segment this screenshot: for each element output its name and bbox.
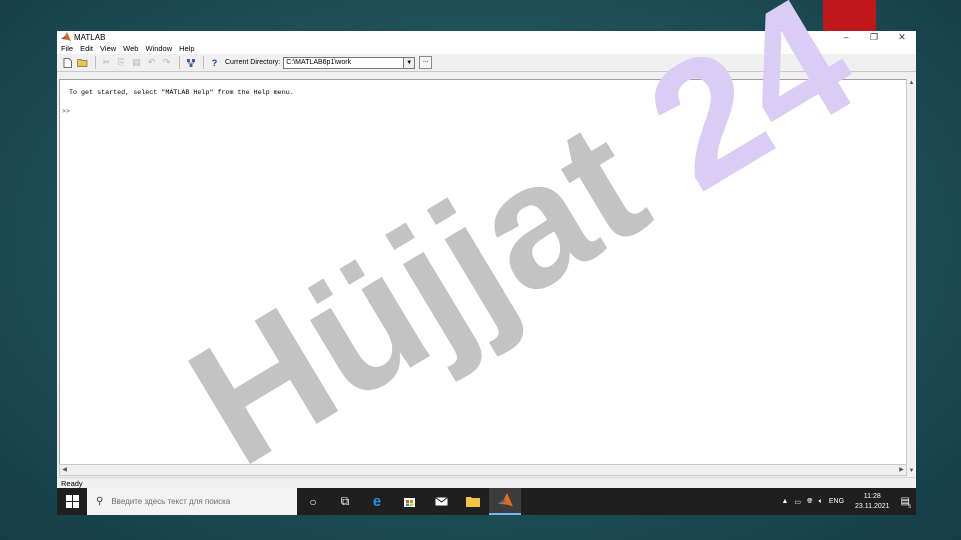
vertical-scrollbar[interactable]: ▲ ▼ [906, 79, 916, 476]
menu-view[interactable]: View [100, 44, 116, 53]
file-explorer-icon[interactable] [457, 488, 489, 515]
new-file-icon[interactable] [61, 56, 74, 69]
language-indicator[interactable]: ENG [829, 498, 844, 505]
horizontal-scrollbar[interactable]: ◀ ▶ [59, 464, 907, 476]
notification-count: 5 [908, 504, 911, 510]
search-placeholder: Введите здесь текст для поиска [111, 497, 231, 506]
volume-icon[interactable]: 🔈︎ [819, 498, 823, 506]
taskbar: ⚲ Введите здесь текст для поиска ○ ⧉ e ▲… [57, 488, 916, 515]
task-view-icon[interactable]: ⧉ [329, 488, 361, 515]
windows-start-icon[interactable] [57, 488, 87, 515]
copy-icon[interactable]: ⎘ [115, 56, 128, 69]
close-icon[interactable]: ✕ [888, 31, 916, 43]
battery-icon[interactable]: ▭ [794, 498, 801, 506]
toolbar-separator [203, 56, 204, 69]
clock[interactable]: 11:28 23.11.2021 [855, 492, 890, 512]
title-bar: MATLAB – ❐ ✕ [57, 31, 916, 43]
toolbar-separator [179, 56, 180, 69]
matlab-taskbar-icon[interactable] [489, 488, 521, 515]
system-tray: ▲ ▭ 🌐︎ 🔈︎ ENG 11:28 23.11.2021 ▤ 5 [778, 492, 916, 512]
menu-help[interactable]: Help [179, 44, 194, 53]
scroll-up-icon[interactable]: ▲ [907, 79, 916, 88]
toolbar-separator [95, 56, 96, 69]
menu-bar: File Edit View Web Window Help [57, 43, 916, 54]
window-title: MATLAB [74, 32, 106, 42]
intro-text: To get started, select "MATLAB Help" fro… [69, 89, 294, 97]
command-window[interactable]: To get started, select "MATLAB Help" fro… [59, 79, 907, 466]
matlab-logo-icon [61, 32, 71, 42]
mail-icon[interactable] [425, 488, 457, 515]
open-folder-icon[interactable] [76, 56, 89, 69]
network-icon[interactable]: 🌐︎ [807, 498, 813, 506]
current-directory-label: Current Directory: [225, 59, 281, 66]
scroll-right-icon[interactable]: ▶ [897, 465, 906, 475]
minimize-icon[interactable]: – [832, 31, 860, 43]
scroll-left-icon[interactable]: ◀ [60, 465, 69, 475]
cortana-icon[interactable]: ○ [297, 488, 329, 515]
scroll-down-icon[interactable]: ▼ [907, 467, 916, 476]
chevron-down-icon[interactable]: ▼ [403, 57, 415, 68]
current-directory-value: C:\MATLAB6p1\work [286, 58, 352, 66]
menu-edit[interactable]: Edit [80, 44, 93, 53]
menu-web[interactable]: Web [123, 44, 138, 53]
chevron-up-icon[interactable]: ▲ [781, 498, 788, 505]
clock-time: 11:28 [863, 492, 881, 500]
menu-file[interactable]: File [61, 44, 73, 53]
notification-icon[interactable]: ▤ 5 [901, 496, 911, 510]
redo-icon[interactable]: ↷ [160, 56, 173, 69]
restore-icon[interactable]: ❐ [860, 31, 888, 43]
toolbar: ✂ ⎘ ▤ ↶ ↷ ? Current Directory: C:\MATLAB… [57, 54, 916, 72]
undo-icon[interactable]: ↶ [145, 56, 158, 69]
help-icon[interactable]: ? [208, 56, 221, 69]
current-directory-field[interactable]: C:\MATLAB6p1\work ▼ [283, 56, 416, 69]
cut-icon[interactable]: ✂ [100, 56, 113, 69]
store-icon[interactable] [393, 488, 425, 515]
matlab-window: MATLAB – ❐ ✕ File Edit View Web Window H… [57, 31, 916, 515]
simulink-icon[interactable] [184, 56, 197, 69]
search-icon: ⚲ [96, 496, 104, 507]
browse-directory-button[interactable]: ... [419, 56, 433, 69]
edge-browser-icon[interactable]: e [361, 488, 393, 515]
clock-date: 23.11.2021 [855, 502, 890, 510]
slide-accent-bar [823, 0, 876, 31]
command-prompt: >> [62, 108, 71, 116]
taskbar-search-box[interactable]: ⚲ Введите здесь текст для поиска [87, 488, 297, 515]
menu-window[interactable]: Window [145, 44, 172, 53]
paste-icon[interactable]: ▤ [130, 56, 143, 69]
